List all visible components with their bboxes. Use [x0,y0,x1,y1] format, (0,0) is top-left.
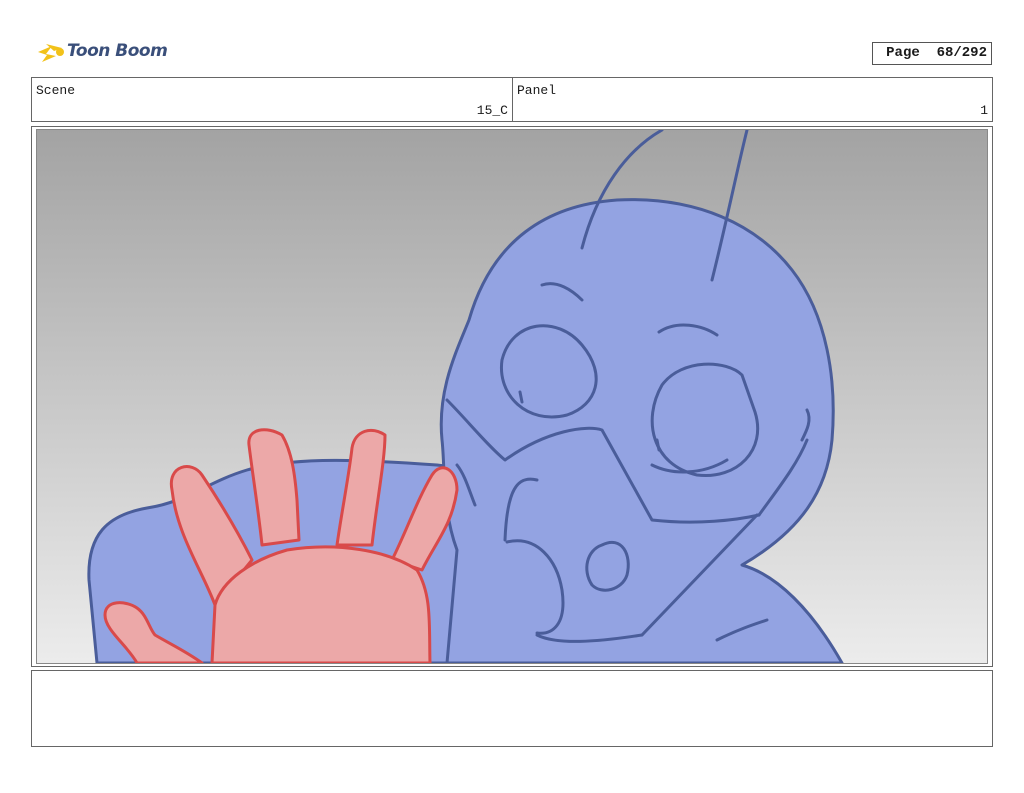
scene-cell: Scene 15_C [32,78,513,121]
page-indicator: Page 68/292 [872,42,992,65]
panel-notes-box [31,670,993,747]
drawing-canvas [37,130,987,663]
panel-cell: Panel 1 [513,78,992,121]
page-number: 68/292 [936,45,987,61]
page-label: Page [886,45,920,61]
scene-label: Scene [36,83,76,98]
storyboard-drawing [36,129,988,664]
panel-label: Panel [517,83,557,98]
scene-panel-header: Scene 15_C Panel 1 [31,77,993,122]
scene-value: 15_C [476,103,508,118]
logo-text: Toon Boom [67,41,168,61]
panel-value: 1 [980,103,988,118]
